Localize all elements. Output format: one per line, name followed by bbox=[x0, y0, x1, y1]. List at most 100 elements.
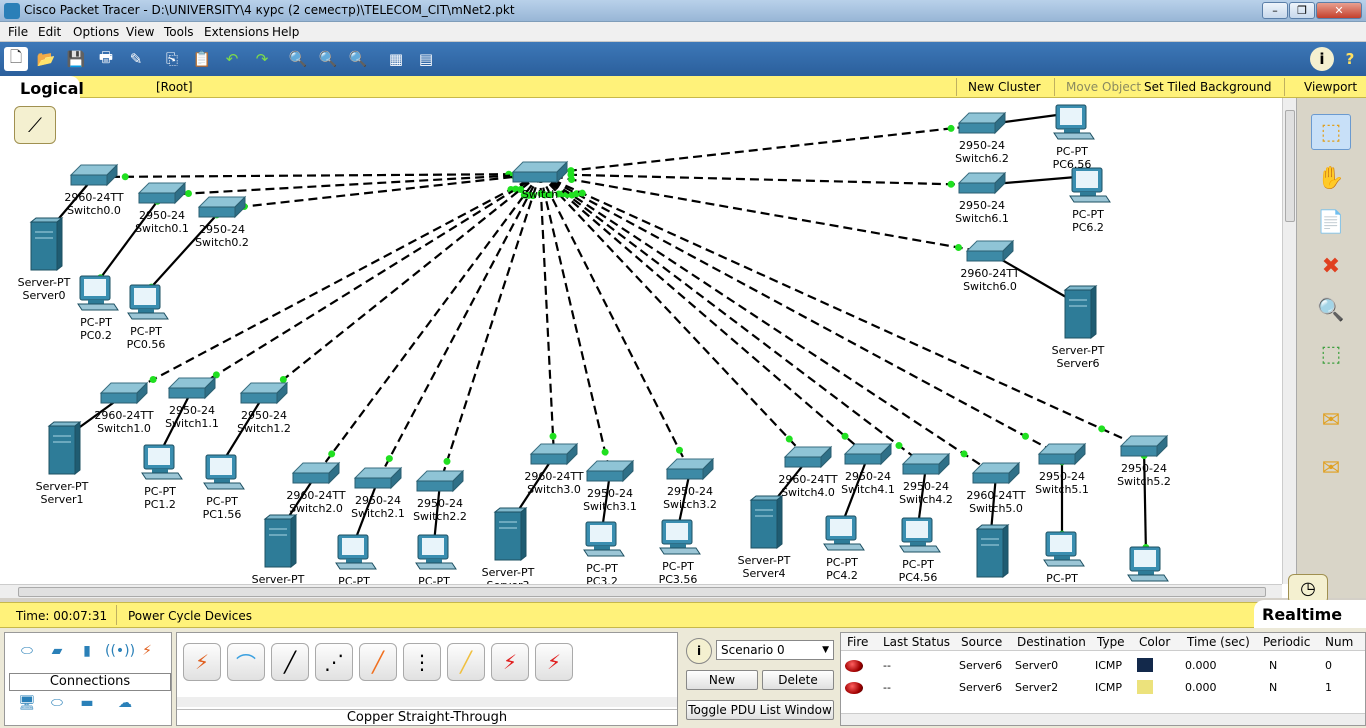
switch-icon[interactable] bbox=[291, 461, 341, 485]
switch-icon[interactable] bbox=[901, 452, 951, 476]
redo-icon[interactable]: ↷ bbox=[250, 47, 274, 71]
end-devices-icon[interactable]: 🖥 bbox=[15, 695, 39, 713]
copper-straight-through-icon[interactable]: ╱ bbox=[271, 643, 309, 681]
switch-icon[interactable] bbox=[511, 160, 569, 184]
console-cable-icon[interactable]: ⌒ bbox=[227, 643, 265, 681]
switch-icon[interactable] bbox=[783, 445, 833, 469]
col-source[interactable]: Source bbox=[961, 633, 1002, 651]
pc-icon[interactable] bbox=[1069, 167, 1111, 203]
toggle-pdu-list-button[interactable]: Toggle PDU List Window bbox=[686, 700, 834, 720]
col-fire[interactable]: Fire bbox=[847, 633, 868, 651]
switch-icon[interactable] bbox=[239, 381, 289, 405]
new-file-icon[interactable]: 🗋 bbox=[4, 47, 28, 71]
power-cycle-devices-button[interactable]: Power Cycle Devices bbox=[128, 609, 252, 623]
switch-icon[interactable] bbox=[957, 171, 1007, 195]
server-icon[interactable] bbox=[29, 216, 64, 272]
col-destination[interactable]: Destination bbox=[1017, 633, 1086, 651]
pc-icon[interactable] bbox=[203, 454, 245, 490]
custom-device-icon[interactable]: ▤ bbox=[414, 47, 438, 71]
menu-edit[interactable]: Edit bbox=[38, 25, 61, 39]
menu-view[interactable]: View bbox=[126, 25, 154, 39]
pc-icon[interactable] bbox=[583, 521, 625, 557]
menu-file[interactable]: File bbox=[8, 25, 28, 39]
serial-dce-icon[interactable]: ⚡ bbox=[491, 643, 529, 681]
col-type[interactable]: Type bbox=[1097, 633, 1125, 651]
server-icon[interactable] bbox=[975, 523, 1010, 579]
pc-icon[interactable] bbox=[1043, 531, 1085, 567]
security-icon[interactable]: ⬭ bbox=[45, 695, 69, 713]
switch-icon[interactable] bbox=[167, 376, 217, 400]
scenario-select[interactable]: Scenario 0 ▼ bbox=[716, 640, 834, 660]
hubs-icon[interactable]: ▮ bbox=[75, 643, 99, 661]
activity-wizard-icon[interactable]: ✎ bbox=[124, 47, 148, 71]
pc-icon[interactable] bbox=[899, 517, 941, 553]
switch-icon[interactable] bbox=[137, 181, 187, 205]
switch-icon[interactable] bbox=[197, 195, 247, 219]
coaxial-cable-icon[interactable]: ╱ bbox=[447, 643, 485, 681]
switch-icon[interactable] bbox=[99, 381, 149, 405]
pc-icon[interactable] bbox=[127, 284, 169, 320]
switch-icon[interactable] bbox=[665, 457, 715, 481]
undo-icon[interactable]: ↶ bbox=[220, 47, 244, 71]
open-folder-icon[interactable]: 📂 bbox=[34, 47, 58, 71]
custom-devices-icon[interactable]: ☁ bbox=[113, 695, 137, 713]
menu-tools[interactable]: Tools bbox=[164, 25, 194, 39]
pc-icon[interactable] bbox=[823, 515, 865, 551]
server-icon[interactable] bbox=[47, 420, 82, 476]
pc-icon[interactable] bbox=[415, 534, 457, 570]
cable-list-scrollbar[interactable] bbox=[177, 697, 677, 707]
copper-cross-over-icon[interactable]: ⋰ bbox=[315, 643, 353, 681]
switch-icon[interactable] bbox=[843, 442, 893, 466]
menu-help[interactable]: Help bbox=[272, 25, 299, 39]
fire-icon[interactable] bbox=[845, 682, 863, 694]
switch-icon[interactable] bbox=[529, 442, 579, 466]
help-icon[interactable]: ? bbox=[1338, 47, 1362, 71]
phone-cable-icon[interactable]: ⋮ bbox=[403, 643, 441, 681]
pc-icon[interactable] bbox=[1127, 546, 1169, 582]
minimize-button[interactable]: – bbox=[1262, 2, 1288, 19]
vertical-scrollbar[interactable] bbox=[1282, 98, 1296, 584]
pc-icon[interactable] bbox=[335, 534, 377, 570]
realtime-tab[interactable]: Realtime bbox=[1254, 600, 1366, 628]
select-tool-icon[interactable]: ⬚ bbox=[1311, 114, 1351, 150]
col-last-status[interactable]: Last Status bbox=[883, 633, 950, 651]
switch-icon[interactable] bbox=[1037, 442, 1087, 466]
server-icon[interactable] bbox=[263, 513, 298, 569]
pc-icon[interactable] bbox=[1053, 104, 1095, 140]
col-periodic[interactable]: Periodic bbox=[1263, 633, 1310, 651]
delete-icon[interactable]: ✖ bbox=[1311, 248, 1351, 284]
serial-dte-icon[interactable]: ⚡ bbox=[535, 643, 573, 681]
logical-view-icon[interactable]: ⟋ bbox=[14, 106, 56, 144]
new-scenario-button[interactable]: New bbox=[686, 670, 758, 690]
wireless-icon[interactable]: ((•)) bbox=[105, 643, 135, 661]
fiber-icon[interactable]: ╱ bbox=[359, 643, 397, 681]
server-icon[interactable] bbox=[493, 506, 528, 562]
delete-scenario-button[interactable]: Delete bbox=[762, 670, 834, 690]
add-complex-pdu-icon[interactable]: ✉ bbox=[1311, 450, 1351, 486]
logical-workspace[interactable]: Switch 2960-24TT Switch0.0 2950-24 Switch0.1… bbox=[0, 98, 1296, 598]
place-note-icon[interactable]: 📄 bbox=[1311, 204, 1351, 240]
print-icon[interactable]: 🖶 bbox=[94, 47, 118, 71]
pc-icon[interactable] bbox=[77, 275, 119, 311]
switch-icon[interactable] bbox=[957, 111, 1007, 135]
switch-icon[interactable] bbox=[585, 459, 635, 483]
info-icon[interactable]: i bbox=[1310, 47, 1334, 71]
scenario-info-icon[interactable]: i bbox=[686, 638, 712, 664]
col-num[interactable]: Num bbox=[1325, 633, 1353, 651]
server-icon[interactable] bbox=[749, 494, 784, 550]
horizontal-scrollbar[interactable] bbox=[0, 584, 1282, 598]
switch-icon[interactable] bbox=[971, 461, 1021, 485]
close-button[interactable]: ✕ bbox=[1316, 2, 1362, 19]
switch-icon[interactable] bbox=[965, 239, 1015, 263]
new-cluster-button[interactable]: New Cluster bbox=[968, 80, 1041, 94]
set-tiled-background-button[interactable]: Set Tiled Background bbox=[1144, 80, 1272, 94]
col-color[interactable]: Color bbox=[1139, 633, 1170, 651]
pc-icon[interactable] bbox=[659, 519, 701, 555]
zoom-in-icon[interactable]: 🔍 bbox=[286, 47, 310, 71]
switch-icon[interactable] bbox=[69, 163, 119, 187]
palette-icon[interactable]: ▦ bbox=[384, 47, 408, 71]
pc-icon[interactable] bbox=[141, 444, 183, 480]
switch-icon[interactable] bbox=[415, 469, 465, 493]
switches-icon[interactable]: ▰ bbox=[45, 643, 69, 661]
fire-icon[interactable] bbox=[845, 660, 863, 672]
